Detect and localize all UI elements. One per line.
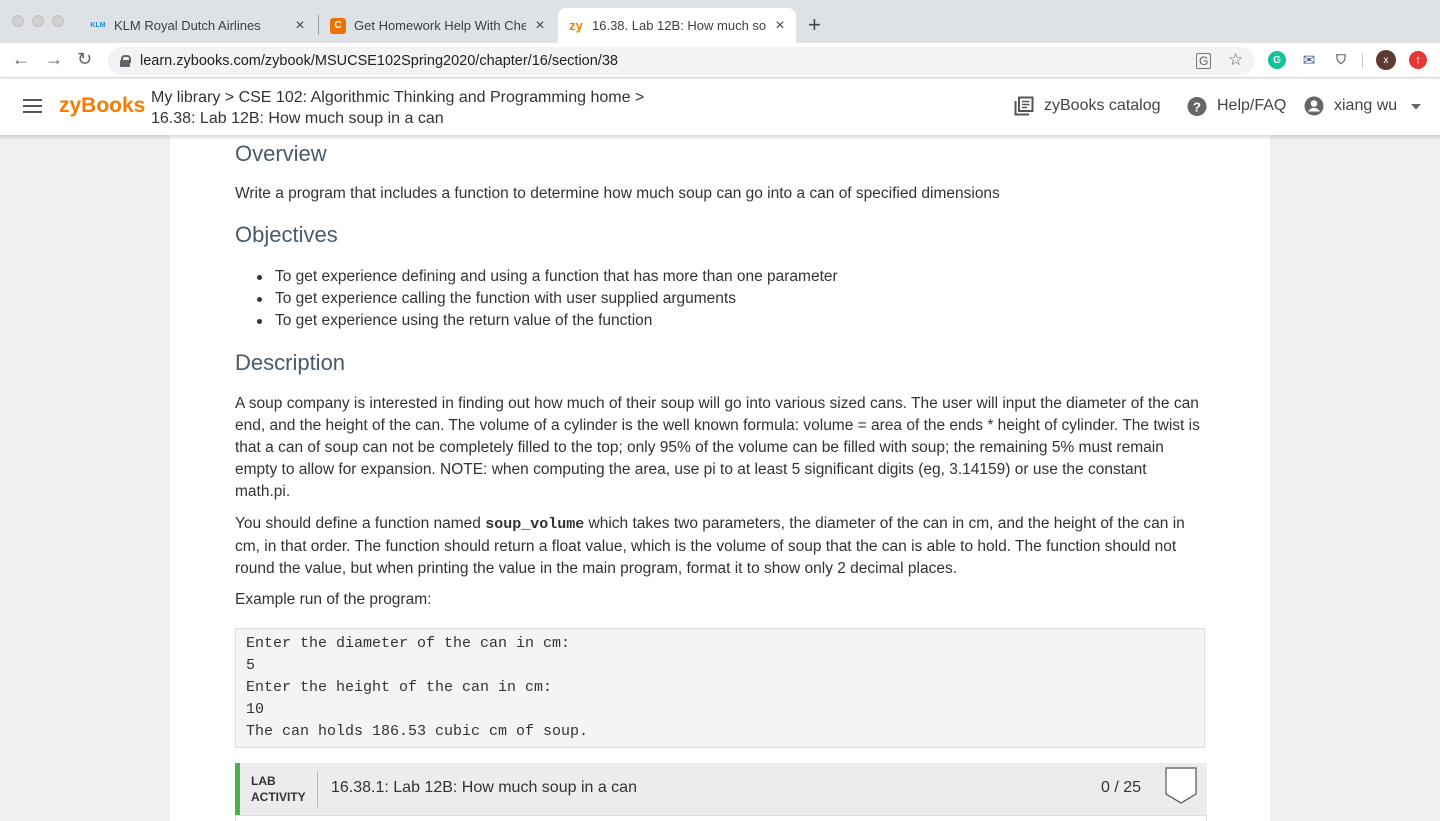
code-line: Enter the height of the can in cm: bbox=[246, 679, 553, 696]
breadcrumb-current: 16.38: Lab 12B: How much soup in a can bbox=[151, 110, 444, 127]
code-line: The can holds 186.53 cubic cm of soup. bbox=[246, 723, 589, 740]
minimize-window-button[interactable] bbox=[32, 15, 44, 27]
divider bbox=[317, 771, 318, 807]
objectives-heading: Objectives bbox=[235, 222, 338, 247]
breadcrumb-path[interactable]: My library > CSE 102: Algorithmic Thinki… bbox=[151, 87, 644, 108]
star-icon[interactable]: ☆ bbox=[1228, 50, 1243, 70]
svg-text:?: ? bbox=[1193, 99, 1201, 114]
help-label: Help/FAQ bbox=[1217, 97, 1287, 114]
lab-activity-tag: LAB ACTIVITY bbox=[251, 773, 306, 805]
reload-icon[interactable]: ↻ bbox=[77, 49, 92, 70]
list-item: To get experience defining and using a f… bbox=[257, 266, 838, 288]
maximize-window-button[interactable] bbox=[52, 15, 64, 27]
tag-line: LAB bbox=[251, 774, 276, 788]
url-text: learn.zybooks.com/zybook/MSUCSE102Spring… bbox=[140, 53, 618, 69]
chegg-favicon-icon: C bbox=[330, 17, 346, 34]
forward-arrow-icon[interactable]: → bbox=[45, 49, 63, 70]
translate-icon[interactable]: G bbox=[1196, 53, 1212, 69]
user-menu[interactable]: xiang wu bbox=[1304, 96, 1422, 116]
library-books-icon bbox=[1014, 96, 1034, 116]
browser-toolbar: ← → ↻ learn.zybooks.com/zybook/MSUCSE102… bbox=[0, 43, 1440, 78]
description-paragraph: A soup company is interested in finding … bbox=[235, 395, 1200, 500]
tab-title: KLM Royal Dutch Airlines bbox=[114, 18, 261, 33]
tab-title: Get Homework Help With Chegg bbox=[354, 18, 526, 33]
close-icon[interactable]: × bbox=[532, 17, 548, 35]
browser-tab-bar: KLM KLM Royal Dutch Airlines × C Get Hom… bbox=[0, 0, 1440, 43]
close-icon[interactable]: × bbox=[292, 17, 308, 35]
mail-icon[interactable]: ✉ bbox=[1300, 51, 1318, 69]
toolbar-divider bbox=[1362, 53, 1363, 69]
tab-chegg[interactable]: C Get Homework Help With Chegg × bbox=[320, 8, 556, 43]
breadcrumb: My library > CSE 102: Algorithmic Thinki… bbox=[151, 87, 644, 129]
lab-score: 0 / 25 bbox=[1100, 779, 1141, 796]
close-window-button[interactable] bbox=[12, 15, 24, 27]
klm-favicon-icon: KLM bbox=[90, 22, 106, 29]
code-line: Enter the diameter of the can in cm: bbox=[246, 635, 571, 652]
tab-klm[interactable]: KLM KLM Royal Dutch Airlines × bbox=[80, 8, 316, 43]
dropdown-caret-icon bbox=[1411, 97, 1422, 115]
list-item: To get experience using the return value… bbox=[257, 310, 838, 332]
objectives-list: To get experience defining and using a f… bbox=[257, 266, 838, 332]
list-item: To get experience calling the function w… bbox=[257, 288, 838, 310]
overview-heading: Overview bbox=[235, 141, 327, 166]
lab-activity-body bbox=[235, 815, 1207, 821]
address-bar[interactable]: learn.zybooks.com/zybook/MSUCSE102Spring… bbox=[108, 47, 1254, 75]
description-heading: Description bbox=[235, 350, 346, 375]
profile-avatar[interactable]: x bbox=[1376, 50, 1396, 70]
help-link[interactable]: ? Help/FAQ bbox=[1187, 96, 1286, 116]
content-page: Overview Write a program that includes a… bbox=[170, 135, 1270, 821]
lab-activity-title: 16.38.1: Lab 12B: How much soup in a can bbox=[331, 779, 637, 796]
zybooks-favicon-icon: zy bbox=[569, 18, 583, 33]
catalog-link[interactable]: zyBooks catalog bbox=[1014, 96, 1161, 116]
new-tab-icon[interactable]: + bbox=[808, 12, 821, 38]
help-icon: ? bbox=[1187, 96, 1207, 116]
user-name: xiang wu bbox=[1334, 97, 1398, 114]
grammarly-icon[interactable]: G bbox=[1268, 51, 1286, 69]
tab-divider bbox=[318, 15, 319, 35]
close-icon[interactable]: × bbox=[772, 17, 788, 35]
overview-text: Write a program that includes a function… bbox=[235, 185, 1000, 202]
completion-badge-icon bbox=[1165, 767, 1197, 810]
tab-title: 16.38. Lab 12B: How much soup in a can bbox=[592, 18, 766, 33]
catalog-label: zyBooks catalog bbox=[1044, 97, 1161, 114]
example-label: Example run of the program: bbox=[235, 591, 432, 608]
tag-line: ACTIVITY bbox=[251, 790, 306, 804]
function-description-paragraph: You should define a function named soup_… bbox=[235, 513, 1205, 580]
back-arrow-icon[interactable]: ← bbox=[12, 49, 30, 70]
code-line: 10 bbox=[246, 701, 265, 718]
shield-extension-icon[interactable]: ⛉ bbox=[1332, 51, 1350, 69]
function-name-code: soup_volume bbox=[485, 516, 585, 533]
menu-icon[interactable] bbox=[23, 99, 42, 117]
lab-activity-header[interactable]: LAB ACTIVITY 16.38.1: Lab 12B: How much … bbox=[235, 763, 1207, 815]
account-circle-icon bbox=[1304, 96, 1324, 116]
update-icon[interactable]: ↑ bbox=[1409, 51, 1427, 69]
lock-icon bbox=[120, 55, 131, 67]
code-line: 5 bbox=[246, 657, 256, 674]
text-span: You should define a function named bbox=[235, 515, 486, 532]
tab-zybooks[interactable]: zy 16.38. Lab 12B: How much soup in a ca… bbox=[558, 8, 796, 43]
zybooks-header: zyBooks My library > CSE 102: Algorithmi… bbox=[0, 79, 1440, 135]
zybooks-logo[interactable]: zyBooks bbox=[59, 94, 145, 118]
example-output-box: Enter the diameter of the can in cm: 5 E… bbox=[235, 628, 1205, 748]
